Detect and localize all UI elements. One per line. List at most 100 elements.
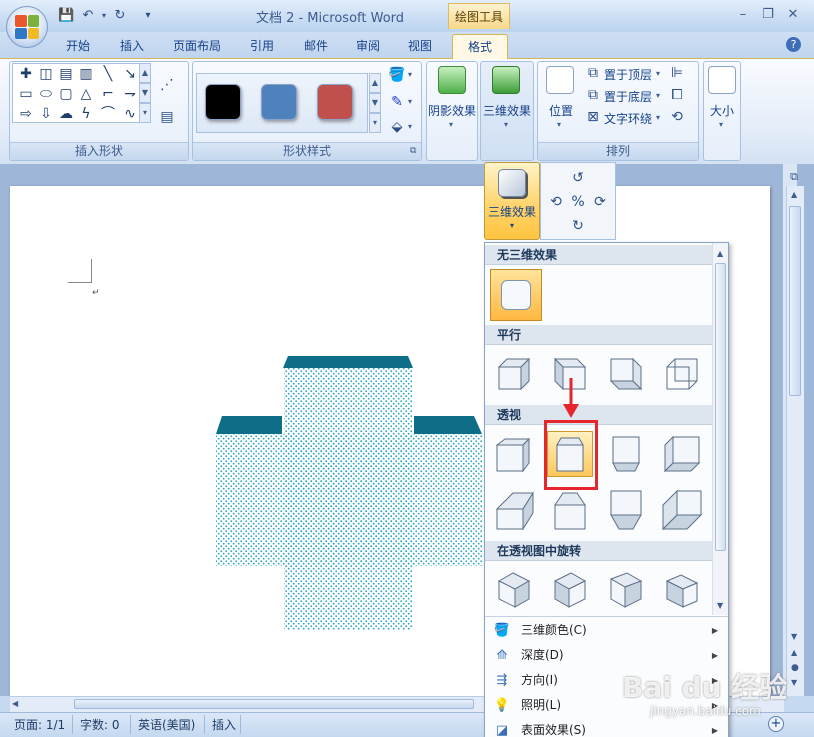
tab-page-layout[interactable]: 页面布局 bbox=[166, 35, 228, 57]
edit-shape-icon[interactable]: ⋰ bbox=[158, 76, 176, 94]
right-arrow-icon[interactable]: ⇨ bbox=[15, 105, 37, 123]
tab-mailings[interactable]: 邮件 bbox=[296, 35, 336, 57]
parallel-option-1[interactable] bbox=[491, 351, 537, 397]
perspective-option-7[interactable] bbox=[603, 487, 649, 533]
horizontal-scroll-thumb[interactable] bbox=[74, 699, 474, 709]
cloud-shape-icon[interactable]: ☁ bbox=[55, 105, 77, 123]
rotation-option-4[interactable] bbox=[659, 567, 705, 613]
no-3d-option[interactable] bbox=[490, 269, 542, 321]
align-icon[interactable]: ⊫ bbox=[668, 64, 686, 82]
prev-page-icon[interactable]: ▲ bbox=[791, 648, 797, 657]
menu-surface[interactable]: ◪ 表面效果(S) ▶ bbox=[485, 718, 728, 737]
status-language[interactable]: 英语(美国) bbox=[138, 716, 195, 734]
shadow-effects-label[interactable]: 阴影效果 bbox=[428, 102, 476, 119]
tab-insert[interactable]: 插入 bbox=[112, 35, 152, 57]
perspective-option-5[interactable] bbox=[491, 487, 537, 533]
textbox-icon[interactable]: ▤ bbox=[55, 65, 77, 83]
arrow-line-icon[interactable]: ↘ bbox=[119, 65, 141, 83]
status-page[interactable]: 页面: 1/1 bbox=[14, 716, 65, 734]
menu-scroll-thumb[interactable] bbox=[715, 263, 726, 551]
perspective-option-4[interactable] bbox=[659, 431, 705, 477]
oval-icon[interactable]: ⬭ bbox=[35, 85, 57, 103]
lightning-icon[interactable]: ϟ bbox=[75, 105, 97, 123]
size-dropdown-icon[interactable]: ▾ bbox=[719, 120, 723, 129]
cube-shape-icon[interactable]: ◫ bbox=[35, 65, 57, 83]
send-back-label[interactable]: 置于底层 bbox=[604, 88, 652, 105]
size-label[interactable]: 大小 bbox=[703, 102, 741, 119]
outline-dropdown-icon[interactable]: ▾ bbox=[408, 97, 412, 106]
menu-scroll-down-icon[interactable]: ▼ bbox=[717, 601, 723, 610]
rotation-option-2[interactable] bbox=[547, 567, 593, 613]
cross-shape[interactable] bbox=[210, 350, 490, 640]
office-button[interactable] bbox=[6, 6, 48, 48]
ruler-toggle-icon[interactable]: ⧉ bbox=[785, 168, 803, 186]
tab-view[interactable]: 视图 bbox=[400, 35, 440, 57]
status-words[interactable]: 字数: 0 bbox=[80, 716, 120, 734]
perspective-option-3[interactable] bbox=[603, 431, 649, 477]
3d-effects-label[interactable]: 三维效果 bbox=[482, 102, 532, 119]
shape-gallery[interactable]: ✚ ◫ ▤ ▥ ╲ ↘ ▭ ⬭ ▢ △ ⌐ ⇁ ⇨ ⇩ ☁ ϟ ⌒ ∿ bbox=[12, 63, 144, 123]
style-swatch-red[interactable] bbox=[317, 84, 353, 120]
3d-effects-dropdown-button[interactable]: 三维效果 ▾ bbox=[484, 162, 540, 240]
style-swatch-black[interactable] bbox=[205, 84, 241, 120]
tab-review[interactable]: 审阅 bbox=[348, 35, 388, 57]
vertical-scroll-thumb[interactable] bbox=[789, 206, 801, 396]
save-icon[interactable]: 💾 bbox=[58, 8, 74, 24]
curve-icon[interactable]: ∿ bbox=[119, 105, 141, 123]
3d-effects-icon[interactable] bbox=[492, 66, 520, 94]
line-icon[interactable]: ╲ bbox=[97, 65, 119, 83]
elbow-connector-icon[interactable]: ⌐ bbox=[97, 85, 119, 103]
gallery-up-icon[interactable]: ▲ bbox=[139, 63, 151, 83]
size-icon[interactable] bbox=[708, 66, 736, 94]
send-back-icon[interactable]: ⧉ bbox=[584, 86, 602, 104]
undo-icon[interactable]: ↶ bbox=[80, 8, 96, 24]
rotation-option-3[interactable] bbox=[603, 567, 649, 613]
tilt-right-icon[interactable]: ⟳ bbox=[591, 193, 609, 211]
dialog-launcher-icon[interactable]: ⧉ bbox=[410, 146, 416, 156]
menu-scrollbar[interactable]: ▲ ▼ bbox=[712, 243, 728, 615]
fill-dropdown-icon[interactable]: ▾ bbox=[408, 70, 412, 79]
rotate-icon[interactable]: ⟲ bbox=[668, 108, 686, 126]
shape-dropdown-icon[interactable]: ▾ bbox=[408, 122, 412, 131]
gallery-down-icon[interactable]: ▼ bbox=[139, 83, 151, 103]
style-more-icon[interactable]: ▾ bbox=[369, 113, 381, 133]
position-label[interactable]: 位置 bbox=[542, 102, 580, 119]
style-up-icon[interactable]: ▲ bbox=[369, 73, 381, 93]
menu-3d-color[interactable]: 🪣 三维颜色(C) ▶ bbox=[485, 618, 728, 643]
change-shape-icon[interactable]: ⬙ bbox=[388, 118, 406, 136]
text-wrap-icon[interactable]: ⊠ bbox=[584, 108, 602, 126]
fill-color-icon[interactable]: 🪣 bbox=[388, 66, 406, 84]
style-down-icon[interactable]: ▼ bbox=[369, 93, 381, 113]
scroll-down-icon[interactable]: ▼ bbox=[791, 632, 797, 641]
parallel-option-4[interactable] bbox=[659, 351, 705, 397]
bring-front-label[interactable]: 置于顶层 bbox=[604, 66, 652, 83]
shadow-dropdown-icon[interactable]: ▾ bbox=[449, 120, 453, 129]
tilt-left-icon[interactable]: ⟲ bbox=[547, 193, 565, 211]
parallel-option-3[interactable] bbox=[603, 351, 649, 397]
down-arrow-icon[interactable]: ⇩ bbox=[35, 105, 57, 123]
shadow-effects-icon[interactable] bbox=[438, 66, 466, 94]
tilt-down-icon[interactable]: ↻ bbox=[569, 217, 587, 235]
elbow-arrow-icon[interactable]: ⇁ bbox=[119, 85, 141, 103]
cross-shape-icon[interactable]: ✚ bbox=[15, 65, 37, 83]
tab-format[interactable]: 格式 bbox=[452, 34, 508, 59]
undo-dropdown-icon[interactable]: ▾ bbox=[96, 8, 112, 24]
close-icon[interactable]: ✕ bbox=[782, 6, 804, 24]
style-swatch-blue[interactable] bbox=[261, 84, 297, 120]
arc-icon[interactable]: ⌒ bbox=[97, 105, 119, 123]
minimize-icon[interactable]: – bbox=[732, 6, 754, 24]
send-back-dropdown-icon[interactable]: ▾ bbox=[656, 91, 660, 100]
perspective-option-6[interactable] bbox=[547, 487, 593, 533]
help-icon[interactable]: ? bbox=[786, 37, 801, 52]
rounded-rect-icon[interactable]: ▢ bbox=[55, 85, 77, 103]
outline-color-icon[interactable]: ✎ bbox=[388, 93, 406, 111]
redo-icon[interactable]: ↻ bbox=[112, 8, 128, 24]
triangle-icon[interactable]: △ bbox=[75, 85, 97, 103]
position-dropdown-icon[interactable]: ▾ bbox=[557, 120, 561, 129]
scroll-up-icon[interactable]: ▲ bbox=[791, 190, 797, 199]
tilt-up-icon[interactable]: ↺ bbox=[569, 169, 587, 187]
text-wrap-dropdown-icon[interactable]: ▾ bbox=[656, 113, 660, 122]
scroll-left-icon[interactable]: ◀ bbox=[12, 699, 18, 708]
text-wrap-label[interactable]: 文字环绕 bbox=[604, 110, 652, 127]
zoom-in-icon[interactable]: + bbox=[768, 716, 784, 732]
